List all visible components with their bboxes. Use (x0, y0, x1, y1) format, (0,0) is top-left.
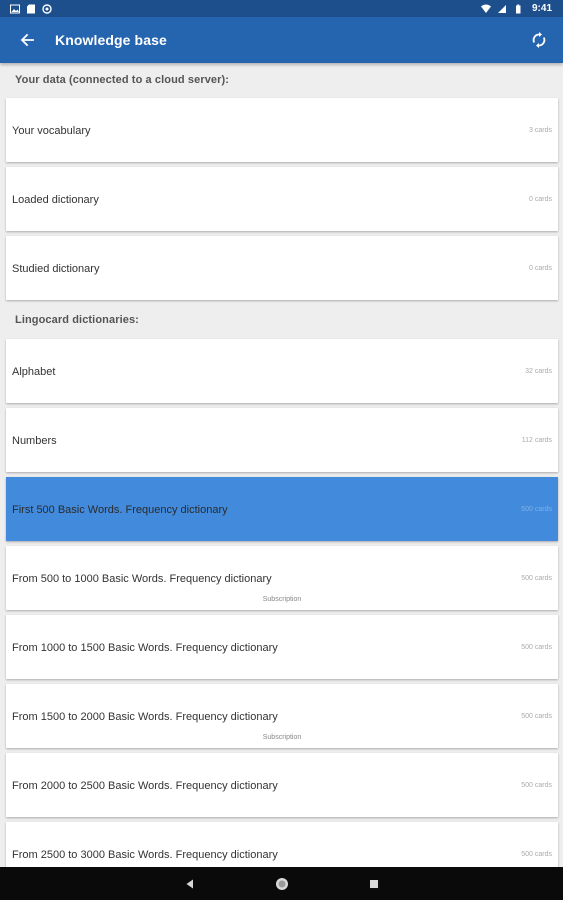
list-item-1500-to-2000-words[interactable]: From 1500 to 2000 Basic Words. Frequency… (6, 684, 558, 748)
status-time: 9:41 (531, 3, 552, 14)
card-title: From 2000 to 2500 Basic Words. Frequency… (12, 780, 278, 792)
status-bar-right: 9:41 (480, 3, 552, 14)
card-title: From 1000 to 1500 Basic Words. Frequency… (12, 642, 278, 654)
card-title: From 2500 to 3000 Basic Words. Frequency… (12, 849, 278, 861)
card-count: 500 cards (521, 575, 552, 582)
gallery-icon (10, 4, 20, 13)
card-title: Numbers (12, 435, 57, 447)
card-count: 500 cards (521, 713, 552, 720)
list-item-2500-to-3000-words[interactable]: From 2500 to 3000 Basic Words. Frequency… (6, 822, 558, 867)
recents-square-icon (369, 879, 378, 888)
card-count: 500 cards (521, 644, 552, 651)
card-count: 3 cards (529, 127, 552, 134)
home-circle-icon (275, 877, 288, 890)
sync-button[interactable] (529, 30, 549, 50)
nav-back-button[interactable] (179, 873, 201, 895)
card-count: 112 cards (521, 437, 552, 444)
card-count: 32 cards (525, 368, 552, 375)
list-item-your-vocabulary[interactable]: Your vocabulary 3 cards (6, 98, 558, 162)
card-title: First 500 Basic Words. Frequency diction… (12, 504, 228, 516)
back-button[interactable] (17, 30, 37, 50)
knowledge-base-list[interactable]: Your data (connected to a cloud server):… (0, 63, 563, 867)
card-title: Studied dictionary (12, 263, 100, 275)
card-count: 500 cards (521, 851, 552, 858)
list-item-numbers[interactable]: Numbers 112 cards (6, 408, 558, 472)
card-title: From 500 to 1000 Basic Words. Frequency … (12, 573, 272, 585)
arrow-back-icon (20, 33, 34, 47)
list-item-2000-to-2500-words[interactable]: From 2000 to 2500 Basic Words. Frequency… (6, 753, 558, 817)
sd-card-icon (27, 4, 35, 13)
back-triangle-icon (186, 879, 193, 888)
card-count: 0 cards (529, 196, 552, 203)
status-bar: 9:41 (0, 0, 563, 17)
card-title: Loaded dictionary (12, 194, 99, 206)
card-count: 0 cards (529, 265, 552, 272)
system-navigation-bar (0, 867, 563, 900)
section-header-your-data: Your data (connected to a cloud server): (15, 74, 230, 86)
sync-status-icon (42, 3, 52, 14)
sync-icon (532, 32, 546, 48)
app-bar: Knowledge base (0, 17, 563, 63)
nav-home-button[interactable] (271, 873, 293, 895)
section-header-lingocard: Lingocard dictionaries: (15, 314, 139, 326)
list-item-alphabet[interactable]: Alphabet 32 cards (6, 339, 558, 403)
subscription-label: Subscription (262, 734, 302, 741)
card-title: Alphabet (12, 366, 56, 378)
list-item-first-500-words[interactable]: First 500 Basic Words. Frequency diction… (6, 477, 558, 541)
page-title: Knowledge base (55, 32, 167, 48)
subscription-label: Subscription (262, 596, 302, 603)
signal-icon (497, 4, 506, 13)
card-title: Your vocabulary (12, 125, 91, 137)
list-item-500-to-1000-words[interactable]: From 500 to 1000 Basic Words. Frequency … (6, 546, 558, 610)
card-count: 500 cards (521, 782, 552, 789)
wifi-icon (480, 4, 491, 13)
nav-recents-button[interactable] (363, 873, 385, 895)
status-bar-left (10, 3, 52, 14)
list-item-loaded-dictionary[interactable]: Loaded dictionary 0 cards (6, 167, 558, 231)
list-item-1000-to-1500-words[interactable]: From 1000 to 1500 Basic Words. Frequency… (6, 615, 558, 679)
card-count: 500 cards (521, 506, 552, 513)
battery-icon (515, 4, 521, 13)
list-item-studied-dictionary[interactable]: Studied dictionary 0 cards (6, 236, 558, 300)
card-title: From 1500 to 2000 Basic Words. Frequency… (12, 711, 278, 723)
